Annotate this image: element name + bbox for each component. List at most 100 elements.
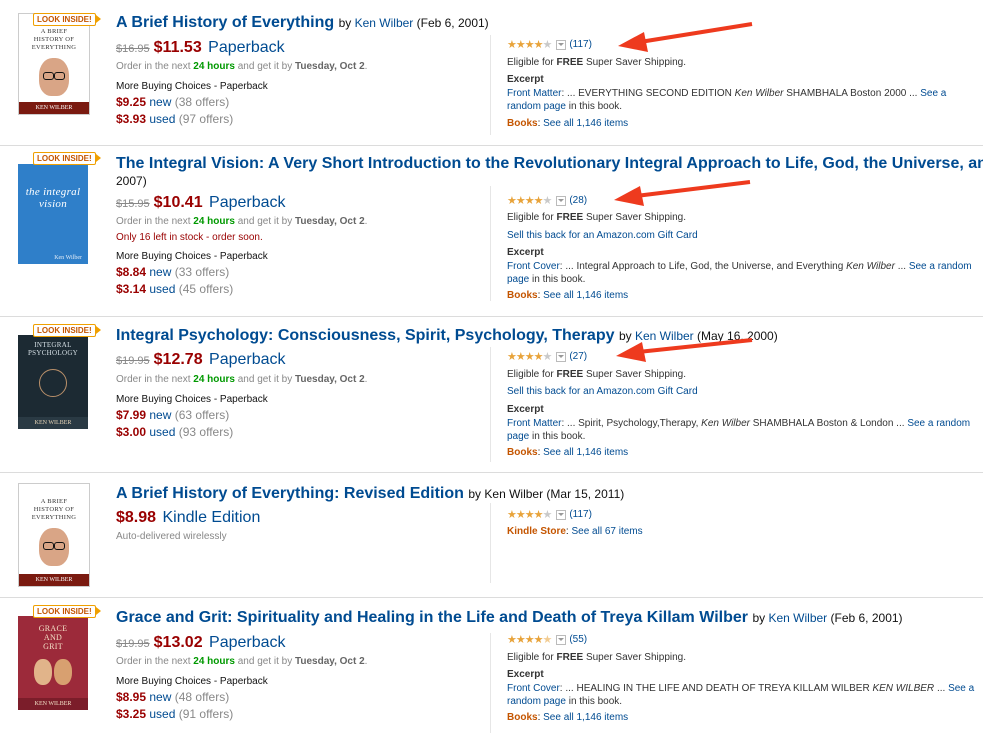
book-cover[interactable]: A BRIEF HISTORY OF EVERYTHING KEN WILBER: [18, 483, 90, 587]
used-offers[interactable]: $3.14 used (45 offers): [116, 282, 233, 296]
price-line: $8.98 Kindle Edition: [116, 509, 260, 527]
look-inside-badge[interactable]: LOOK INSIDE!: [33, 324, 101, 337]
rating[interactable]: ★★★★★ (117): [507, 508, 592, 521]
cover-author: KEN WILBER: [19, 574, 89, 586]
review-count[interactable]: (117): [569, 509, 592, 520]
cover-title: GRACE AND GRIT: [38, 624, 68, 651]
new-price[interactable]: $9.25: [116, 95, 146, 109]
book-cover[interactable]: INTEGRAL PSYCHOLOGY KEN WILBER: [18, 335, 88, 429]
used-offers[interactable]: $3.93 used (97 offers): [116, 112, 233, 126]
price[interactable]: $13.02: [154, 634, 203, 651]
used-price[interactable]: $3.93: [116, 112, 146, 126]
format-link[interactable]: Paperback: [208, 39, 285, 56]
excerpt: Front Matter: ... EVERYTHING SECOND EDIT…: [507, 87, 977, 113]
price[interactable]: $8.98: [116, 509, 156, 526]
review-count[interactable]: (117): [569, 39, 592, 50]
review-count[interactable]: (28): [569, 195, 587, 206]
order-text: Order in the next: [116, 216, 191, 227]
shipping-text: Super Saver Shipping.: [585, 57, 687, 68]
new-price[interactable]: $8.95: [116, 690, 146, 704]
book-cover[interactable]: GRACE AND GRIT KEN WILBER: [18, 616, 88, 710]
result-title-link[interactable]: The Integral Vision: A Very Short Introd…: [116, 155, 983, 172]
result-title-link[interactable]: Integral Psychology: Consciousness, Spir…: [116, 327, 615, 344]
format-link[interactable]: Paperback: [209, 194, 286, 211]
new-price[interactable]: $7.99: [116, 408, 146, 422]
look-inside-badge[interactable]: LOOK INSIDE!: [33, 605, 101, 618]
review-count[interactable]: (27): [569, 351, 587, 362]
new-link[interactable]: new: [149, 690, 171, 704]
new-link[interactable]: new: [149, 95, 171, 109]
result-title-link[interactable]: A Brief History of Everything: [116, 14, 334, 31]
price[interactable]: $10.41: [154, 194, 203, 211]
excerpt-source-link[interactable]: Front Matter: [507, 88, 561, 99]
order-text: and get it by: [237, 656, 293, 667]
see-all-link[interactable]: See all 67 items: [571, 526, 642, 537]
price[interactable]: $11.53: [154, 39, 202, 56]
result-title-link[interactable]: Grace and Grit: Spirituality and Healing…: [116, 609, 748, 626]
chevron-down-icon[interactable]: [556, 351, 567, 362]
new-offer-count: (33 offers): [174, 265, 230, 279]
new-offers[interactable]: $7.99 new (63 offers): [116, 408, 229, 422]
format-link[interactable]: Kindle Edition: [163, 509, 261, 526]
cover-photo: [34, 659, 72, 685]
by-label: by: [468, 487, 482, 501]
excerpt-text: : ... Spirit, Psychology,Therapy,: [561, 418, 699, 429]
used-price[interactable]: $3.14: [116, 282, 146, 296]
new-link[interactable]: new: [149, 408, 171, 422]
publish-date: (Feb 6, 2001): [830, 611, 903, 625]
book-cover[interactable]: the integral vision Ken Wilber: [18, 164, 88, 264]
book-cover[interactable]: A BRIEF HISTORY OF EVERYTHING KEN WILBER: [18, 13, 90, 115]
star-rating-icon[interactable]: ★★★★★: [507, 633, 552, 646]
price-line: $19.95 $12.78 Paperback: [116, 351, 286, 369]
shipping-text: Super Saver Shipping.: [585, 652, 687, 663]
new-offers[interactable]: $9.25 new (38 offers): [116, 95, 229, 109]
chevron-down-icon[interactable]: [556, 509, 567, 520]
format-link[interactable]: Paperback: [209, 634, 286, 651]
see-all-link[interactable]: See all 1,146 items: [543, 118, 628, 129]
excerpt-source-link[interactable]: Front Cover: [507, 261, 560, 272]
chevron-down-icon[interactable]: [556, 634, 567, 645]
used-price[interactable]: $3.00: [116, 425, 146, 439]
chevron-down-icon[interactable]: [556, 195, 567, 206]
author-link[interactable]: Ken Wilber: [768, 611, 827, 625]
review-count[interactable]: (55): [569, 634, 587, 645]
new-price[interactable]: $8.84: [116, 265, 146, 279]
order-info: Order in the next 24 hours and get it by…: [116, 61, 368, 72]
price[interactable]: $12.78: [154, 351, 203, 368]
rating[interactable]: ★★★★★ (55): [507, 633, 587, 646]
excerpt-source-link[interactable]: Front Matter: [507, 418, 561, 429]
see-all-link[interactable]: See all 1,146 items: [543, 712, 628, 723]
new-offers[interactable]: $8.84 new (33 offers): [116, 265, 229, 279]
excerpt-text: ...: [897, 261, 907, 272]
excerpt-text: : ... HEALING IN THE LIFE AND DEATH OF T…: [559, 683, 870, 694]
used-offers[interactable]: $3.00 used (93 offers): [116, 425, 233, 439]
look-inside-badge[interactable]: LOOK INSIDE!: [33, 13, 101, 26]
see-all-link[interactable]: See all 1,146 items: [543, 290, 628, 301]
order-info: Order in the next 24 hours and get it by…: [116, 216, 368, 227]
used-price[interactable]: $3.25: [116, 707, 146, 721]
gift-card-link[interactable]: Sell this back for an Amazon.com Gift Ca…: [507, 386, 698, 397]
author-link[interactable]: Ken Wilber: [355, 16, 414, 30]
used-link[interactable]: used: [149, 707, 175, 721]
rating[interactable]: ★★★★★ (27): [507, 350, 587, 363]
see-all-link[interactable]: See all 1,146 items: [543, 447, 628, 458]
new-offers[interactable]: $8.95 new (48 offers): [116, 690, 229, 704]
publish-date: (Feb 6, 2001): [416, 16, 489, 30]
new-link[interactable]: new: [149, 265, 171, 279]
used-link[interactable]: used: [149, 112, 175, 126]
excerpt-source-link[interactable]: Front Cover: [507, 683, 560, 694]
format-link[interactable]: Paperback: [209, 351, 286, 368]
star-rating-icon[interactable]: ★★★★★: [507, 350, 552, 363]
chevron-down-icon[interactable]: [556, 39, 567, 50]
used-offers[interactable]: $3.25 used (91 offers): [116, 707, 233, 721]
gift-card-link[interactable]: Sell this back for an Amazon.com Gift Ca…: [507, 230, 698, 241]
result-title-link[interactable]: A Brief History of Everything: Revised E…: [116, 485, 464, 502]
star-rating-icon[interactable]: ★★★★★: [507, 194, 552, 207]
used-link[interactable]: used: [149, 282, 175, 296]
rating[interactable]: ★★★★★ (28): [507, 194, 587, 207]
star-rating-icon[interactable]: ★★★★★: [507, 508, 552, 521]
used-link[interactable]: used: [149, 425, 175, 439]
rating[interactable]: ★★★★★ (117): [507, 38, 592, 51]
look-inside-badge[interactable]: LOOK INSIDE!: [33, 152, 101, 165]
star-rating-icon[interactable]: ★★★★★: [507, 38, 552, 51]
